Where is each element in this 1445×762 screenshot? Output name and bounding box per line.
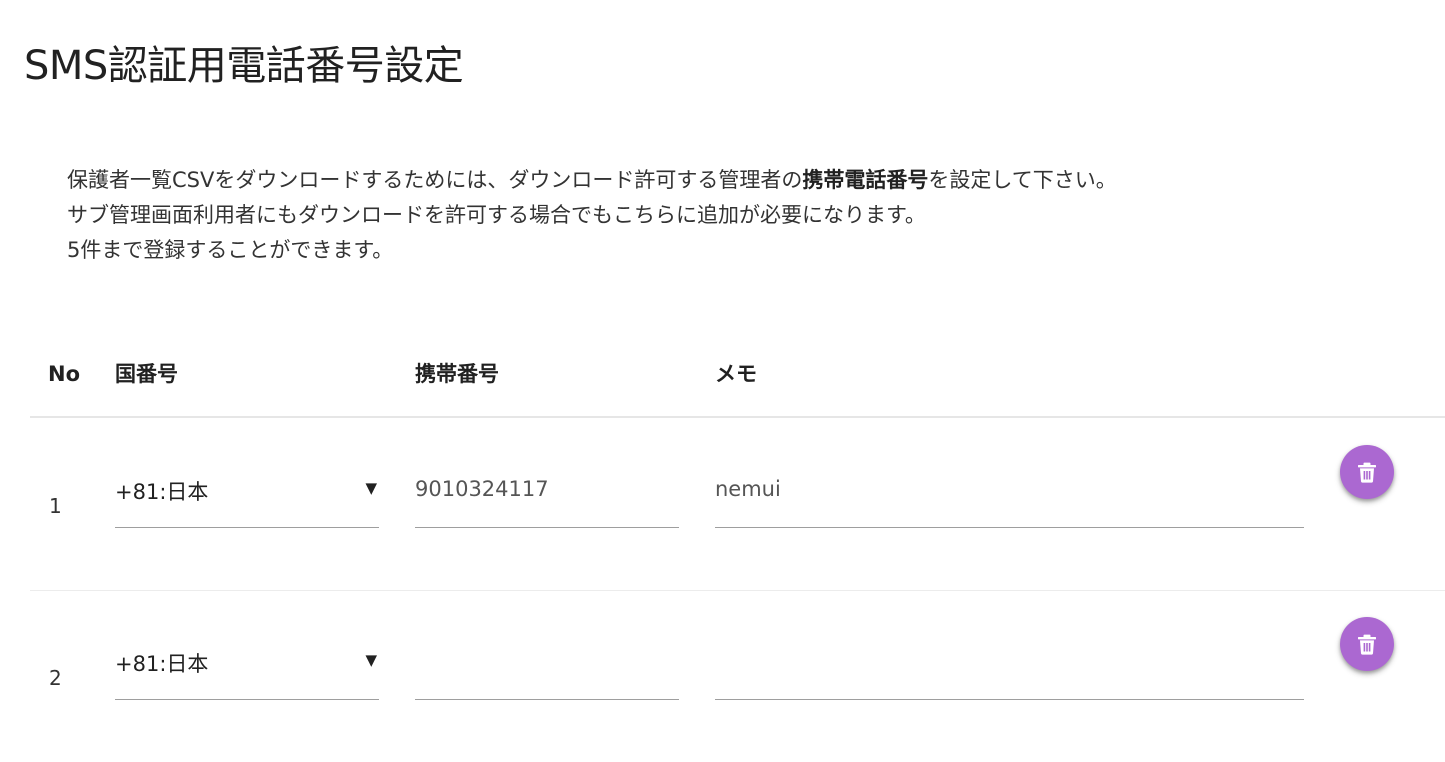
- row-number: 2: [49, 666, 62, 690]
- description-line-1: 保護者一覧CSVをダウンロードするためには、ダウンロード許可する管理者の携帯電話…: [67, 168, 1117, 192]
- page-title: SMS認証用電話番号設定: [24, 43, 464, 89]
- dropdown-arrow-icon: ▼: [365, 479, 377, 497]
- memo-field: [715, 642, 1304, 700]
- table-row: 1 +81:日本 ▼: [30, 418, 1445, 591]
- country-code-select[interactable]: +81:日本 ▼: [115, 642, 379, 700]
- description: 保護者一覧CSVをダウンロードするためには、ダウンロード許可する管理者の携帯電話…: [67, 163, 1117, 268]
- description-line-3: 5件まで登録することができます。: [67, 238, 394, 262]
- table-header: No 国番号 携帯番号 メモ: [30, 350, 1445, 418]
- phone-input[interactable]: [415, 472, 679, 506]
- phone-input[interactable]: [415, 644, 679, 678]
- description-line-2: サブ管理画面利用者にもダウンロードを許可する場合でもこちらに追加が必要になります…: [67, 203, 926, 227]
- description-emphasis: 携帯電話番号: [802, 168, 929, 192]
- memo-input[interactable]: [715, 644, 1304, 678]
- phone-field: [415, 470, 679, 528]
- row-number: 1: [49, 494, 62, 518]
- memo-field: [715, 470, 1304, 528]
- delete-button[interactable]: [1340, 617, 1394, 671]
- header-mobile-number: 携帯番号: [415, 362, 499, 386]
- trash-icon: [1358, 634, 1376, 655]
- delete-button[interactable]: [1340, 445, 1394, 499]
- trash-icon: [1358, 462, 1376, 483]
- header-no: No: [48, 362, 81, 386]
- phone-field: [415, 642, 679, 700]
- header-memo: メモ: [715, 362, 757, 386]
- dropdown-arrow-icon: ▼: [365, 651, 377, 669]
- header-country-code: 国番号: [115, 362, 178, 386]
- country-code-value: +81:日本: [115, 652, 209, 676]
- country-code-select[interactable]: +81:日本 ▼: [115, 470, 379, 528]
- memo-input[interactable]: [715, 472, 1304, 506]
- table-row: 2 +81:日本 ▼: [30, 590, 1445, 762]
- country-code-value: +81:日本: [115, 480, 209, 504]
